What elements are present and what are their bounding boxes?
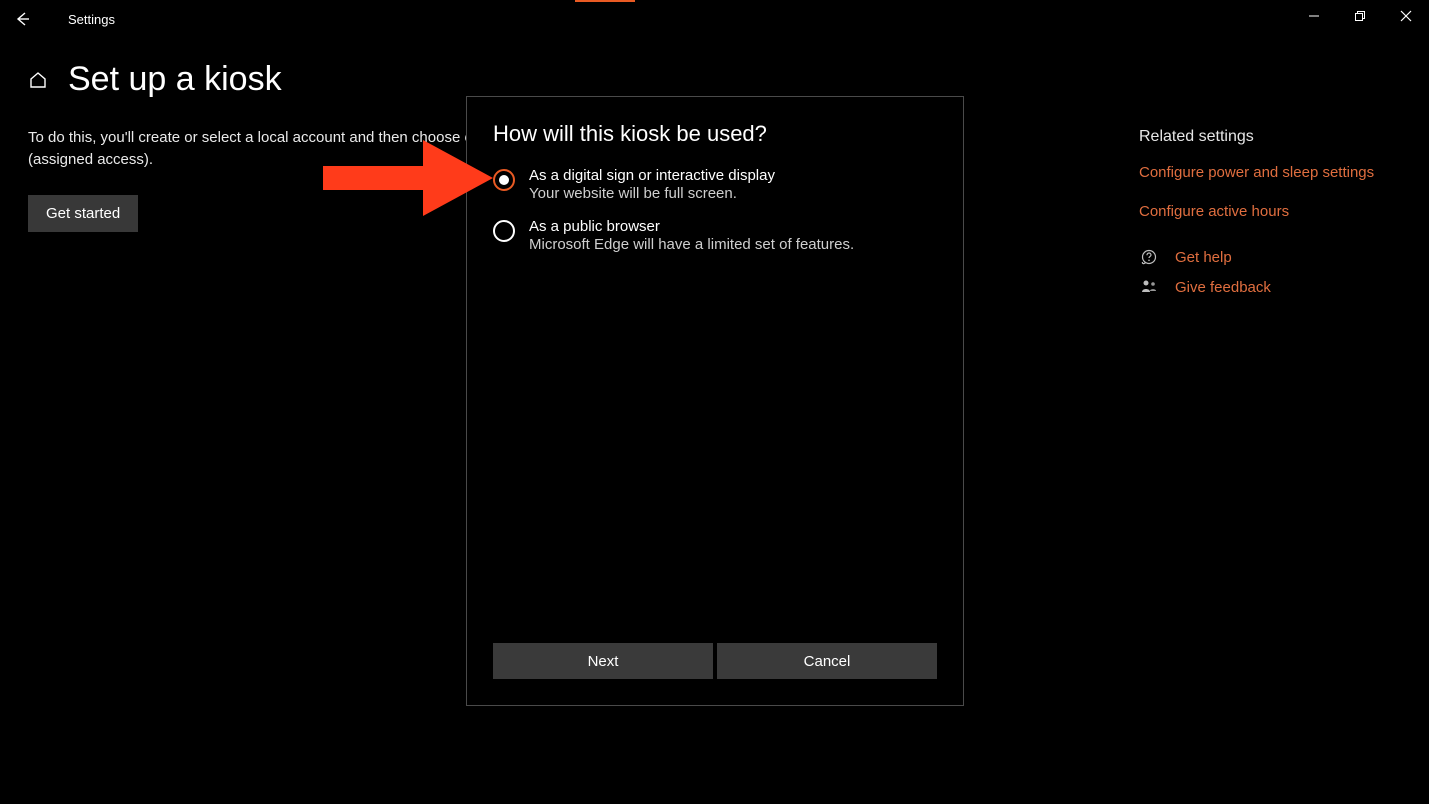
help-row[interactable]: Get help (1139, 248, 1409, 266)
app-title: Settings (68, 12, 115, 27)
next-button[interactable]: Next (493, 643, 713, 679)
page-header: Set up a kiosk (28, 60, 1128, 99)
option-digital-sign-text: As a digital sign or interactive display… (529, 167, 775, 202)
minimize-icon (1308, 10, 1320, 22)
arrow-left-icon (14, 10, 32, 28)
dialog-title: How will this kiosk be used? (493, 121, 937, 147)
close-icon (1400, 10, 1412, 22)
back-button[interactable] (0, 0, 46, 38)
get-help-link[interactable]: Get help (1175, 249, 1232, 266)
dialog-buttons: Next Cancel (493, 643, 937, 679)
feedback-icon (1139, 278, 1159, 296)
option-digital-sign-label: As a digital sign or interactive display (529, 167, 775, 184)
close-button[interactable] (1383, 0, 1429, 32)
option-digital-sign[interactable]: As a digital sign or interactive display… (493, 167, 937, 202)
accent-strip (575, 0, 635, 2)
option-public-browser-label: As a public browser (529, 218, 854, 235)
cancel-button[interactable]: Cancel (717, 643, 937, 679)
maximize-icon (1354, 10, 1366, 22)
feedback-row[interactable]: Give feedback (1139, 278, 1409, 296)
option-public-browser-text: As a public browser Microsoft Edge will … (529, 218, 854, 253)
kiosk-usage-dialog: How will this kiosk be used? As a digita… (466, 96, 964, 706)
page-title: Set up a kiosk (68, 60, 282, 99)
home-icon[interactable] (28, 70, 48, 90)
give-feedback-link[interactable]: Give feedback (1175, 279, 1271, 296)
sidebar-heading: Related settings (1139, 128, 1409, 146)
link-power-sleep[interactable]: Configure power and sleep settings (1139, 164, 1409, 181)
titlebar: Settings (0, 0, 1429, 38)
help-icon (1139, 248, 1159, 266)
option-public-browser-desc: Microsoft Edge will have a limited set o… (529, 236, 854, 253)
minimize-button[interactable] (1291, 0, 1337, 32)
related-sidebar: Related settings Configure power and sle… (1139, 128, 1409, 308)
option-digital-sign-desc: Your website will be full screen. (529, 185, 775, 202)
option-public-browser[interactable]: As a public browser Microsoft Edge will … (493, 218, 937, 253)
get-started-button[interactable]: Get started (28, 195, 138, 232)
radio-unselected-icon (493, 220, 515, 242)
window-controls (1291, 0, 1429, 32)
radio-selected-icon (493, 169, 515, 191)
maximize-button[interactable] (1337, 0, 1383, 32)
link-active-hours[interactable]: Configure active hours (1139, 203, 1409, 220)
